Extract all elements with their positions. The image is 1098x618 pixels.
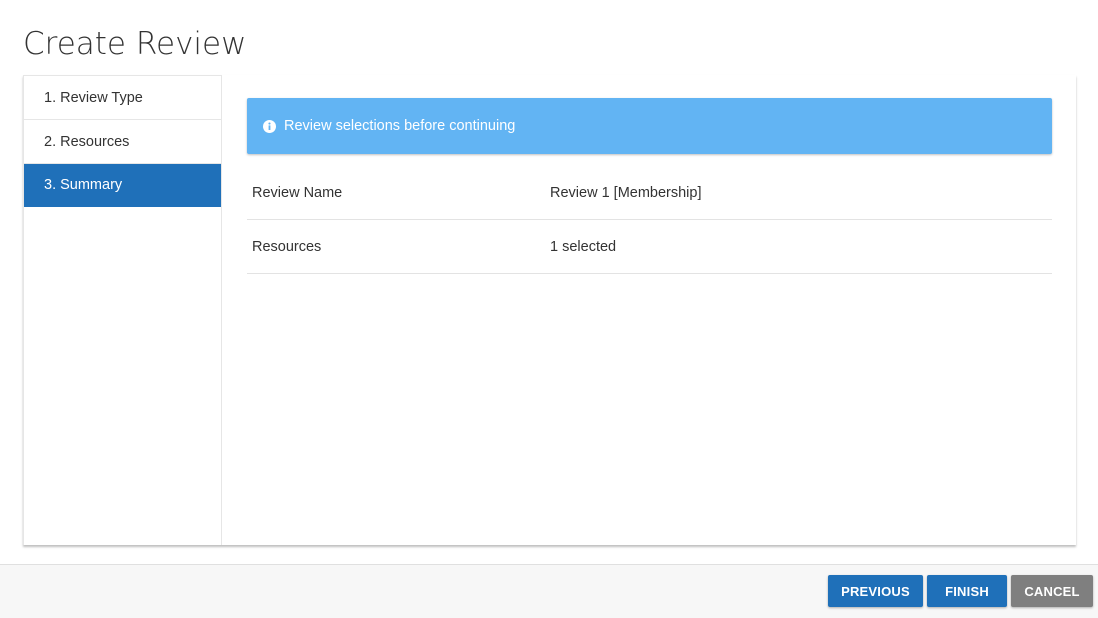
summary-value: 1 selected xyxy=(550,238,617,255)
cancel-button[interactable]: CANCEL xyxy=(1011,575,1093,607)
info-alert: Review selections before continuing xyxy=(247,98,1052,154)
previous-button[interactable]: PREVIOUS xyxy=(828,575,923,607)
step-resources[interactable]: 2. Resources xyxy=(24,120,221,164)
wizard-steps: 1. Review Type 2. Resources 3. Summary xyxy=(24,75,222,545)
alert-message: Review selections before continuing xyxy=(284,118,516,134)
step-review-type[interactable]: 1. Review Type xyxy=(24,76,221,120)
summary-label: Review Name xyxy=(252,184,343,201)
finish-button[interactable]: FINISH xyxy=(927,575,1007,607)
step-summary[interactable]: 3. Summary xyxy=(24,164,221,207)
info-icon xyxy=(263,119,276,133)
wizard-footer: PREVIOUS FINISH CANCEL xyxy=(0,564,1098,618)
page-title: Create Review xyxy=(23,26,247,62)
summary-value: Review 1 [Membership] xyxy=(550,184,702,201)
wizard-panel: 1. Review Type 2. Resources 3. Summary R… xyxy=(23,75,1076,545)
summary-row-resources: Resources 1 selected xyxy=(247,220,1052,274)
summary-table: Review Name Review 1 [Membership] Resour… xyxy=(247,166,1052,274)
summary-content: Review selections before continuing Revi… xyxy=(247,98,1052,274)
summary-row-review-name: Review Name Review 1 [Membership] xyxy=(247,166,1052,220)
summary-label: Resources xyxy=(252,238,322,255)
